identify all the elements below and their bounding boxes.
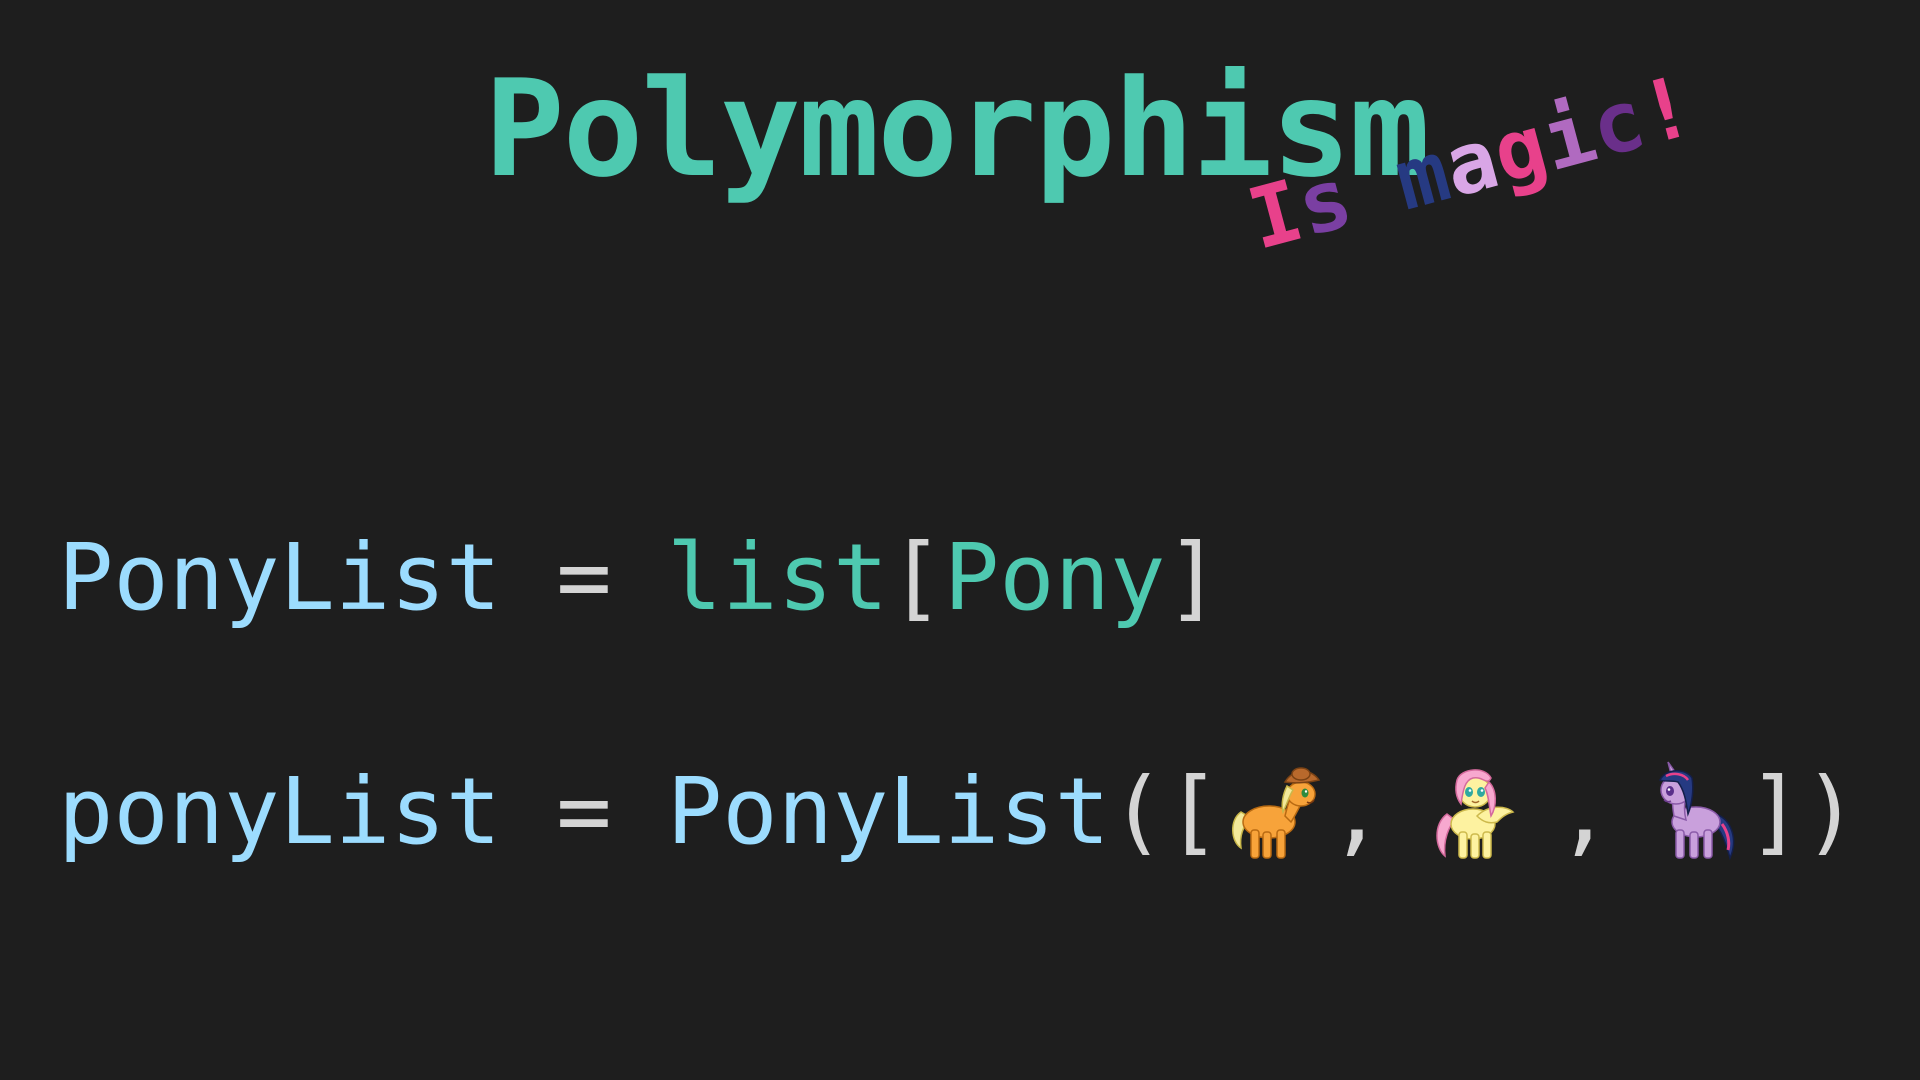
close-bracket: ] xyxy=(1165,524,1221,631)
equals-operator: = xyxy=(556,758,612,865)
identifier-ponylist: PonyList xyxy=(58,524,502,631)
slide: Polymorphism Is magic! PonyList = list [… xyxy=(0,0,1920,1080)
twilight-sparkle-pony-icon xyxy=(1646,760,1742,864)
code-line-instance: ponyList = PonyList ([, ,]) xyxy=(58,760,1858,864)
comma-separator: , xyxy=(1328,758,1385,865)
open-paren-bracket: ([ xyxy=(1109,758,1221,865)
builtin-list: list xyxy=(666,524,889,631)
equals-operator: = xyxy=(556,524,612,631)
applejack-pony-icon xyxy=(1227,760,1323,864)
comma-separator: , xyxy=(1556,758,1612,865)
fluttershy-pony-icon xyxy=(1427,760,1523,864)
constructor-ponylist: PonyList xyxy=(666,758,1110,865)
type-pony: Pony xyxy=(943,524,1166,631)
code-line-type-alias: PonyList = list [ Pony ] xyxy=(58,532,1221,624)
close-bracket-paren: ]) xyxy=(1747,758,1859,865)
open-bracket: [ xyxy=(888,524,944,631)
identifier-ponylist-var: ponyList xyxy=(58,758,502,865)
